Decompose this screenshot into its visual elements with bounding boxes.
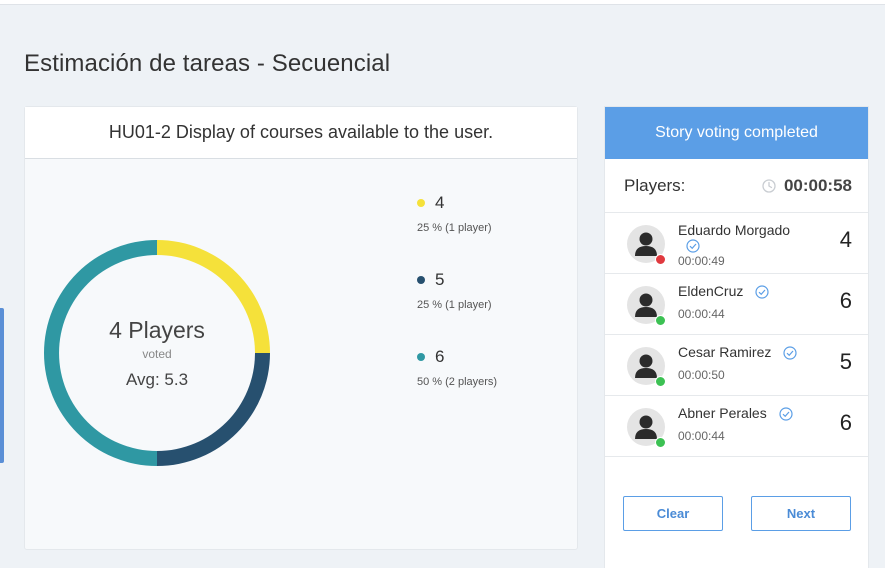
clock-icon xyxy=(762,178,776,193)
story-card: HU01-2 Display of courses available to t… xyxy=(24,106,578,550)
player-vote: 4 xyxy=(839,227,852,252)
timer: 00:00:58 xyxy=(762,176,852,196)
status-dot xyxy=(655,376,666,387)
player-time: 00:00:50 xyxy=(678,368,725,382)
donut-summary: 4 Players voted Avg: 5.3 xyxy=(43,239,271,467)
player-row: Abner Perales 00:00:44 6 xyxy=(605,396,868,457)
legend-value: 6 xyxy=(435,347,445,366)
legend-item: 5 25 % (1 player) xyxy=(417,270,497,347)
player-time: 00:00:49 xyxy=(678,254,725,268)
chart-legend: 4 25 % (1 player) 5 25 % (1 player) 6 50… xyxy=(417,193,497,424)
status-dot xyxy=(655,437,666,448)
average-vote: Avg: 5.3 xyxy=(125,370,189,389)
action-buttons: Clear Next xyxy=(623,496,851,531)
players-header: Players: 00:00:58 xyxy=(605,159,868,213)
legend-dot xyxy=(417,276,425,284)
voting-panel: Story voting completed Players: 00:00:58… xyxy=(604,106,869,568)
players-count: 4 Players xyxy=(109,317,205,343)
player-time: 00:00:44 xyxy=(678,429,725,443)
player-time: 00:00:44 xyxy=(678,307,725,321)
legend-value: 4 xyxy=(435,193,445,212)
clear-button[interactable]: Clear xyxy=(623,496,723,531)
player-name-wrap: Cesar Ramirez xyxy=(678,344,797,360)
player-name-wrap: Abner Perales xyxy=(678,405,793,421)
player-vote: 6 xyxy=(839,288,852,313)
side-tab-handle[interactable] xyxy=(0,308,4,463)
legend-percentage: 50 % (2 players) xyxy=(417,376,498,388)
timer-value: 00:00:58 xyxy=(783,175,852,195)
legend-percentage: 25 % (1 player) xyxy=(417,299,492,311)
player-vote: 6 xyxy=(839,410,852,435)
voted-label: voted xyxy=(142,347,172,361)
player-name-wrap: EldenCruz xyxy=(678,283,769,299)
player-name: Cesar Ramirez xyxy=(678,344,772,360)
player-name: EldenCruz xyxy=(678,283,744,299)
player-row: Cesar Ramirez 00:00:50 5 xyxy=(605,335,868,396)
player-row: EldenCruz 00:00:44 6 xyxy=(605,274,868,335)
status-dot xyxy=(655,315,666,326)
player-vote: 5 xyxy=(839,349,852,374)
check-circle-icon xyxy=(755,285,769,299)
legend-percentage: 25 % (1 player) xyxy=(417,222,492,234)
legend-value: 5 xyxy=(435,270,445,289)
player-name: Abner Perales xyxy=(678,405,767,421)
legend-dot xyxy=(417,199,425,207)
voting-status-banner: Story voting completed xyxy=(605,107,868,159)
legend-item: 6 50 % (2 players) xyxy=(417,347,497,424)
top-bar xyxy=(0,0,885,5)
page-title: Estimación de tareas - Secuencial xyxy=(24,50,391,77)
player-name: Eduardo Morgado xyxy=(678,222,791,238)
player-row: Eduardo Morgado 00:00:49 4 xyxy=(605,213,868,274)
players-label: Players: xyxy=(624,175,686,195)
player-name-wrap: Eduardo Morgado xyxy=(678,222,790,253)
status-dot xyxy=(655,254,666,265)
check-circle-icon xyxy=(783,346,797,360)
check-circle-icon xyxy=(686,239,700,253)
story-title: HU01-2 Display of courses available to t… xyxy=(25,107,577,159)
legend-item: 4 25 % (1 player) xyxy=(417,193,497,270)
check-circle-icon xyxy=(779,407,793,421)
next-button[interactable]: Next xyxy=(751,496,851,531)
legend-dot xyxy=(417,353,425,361)
